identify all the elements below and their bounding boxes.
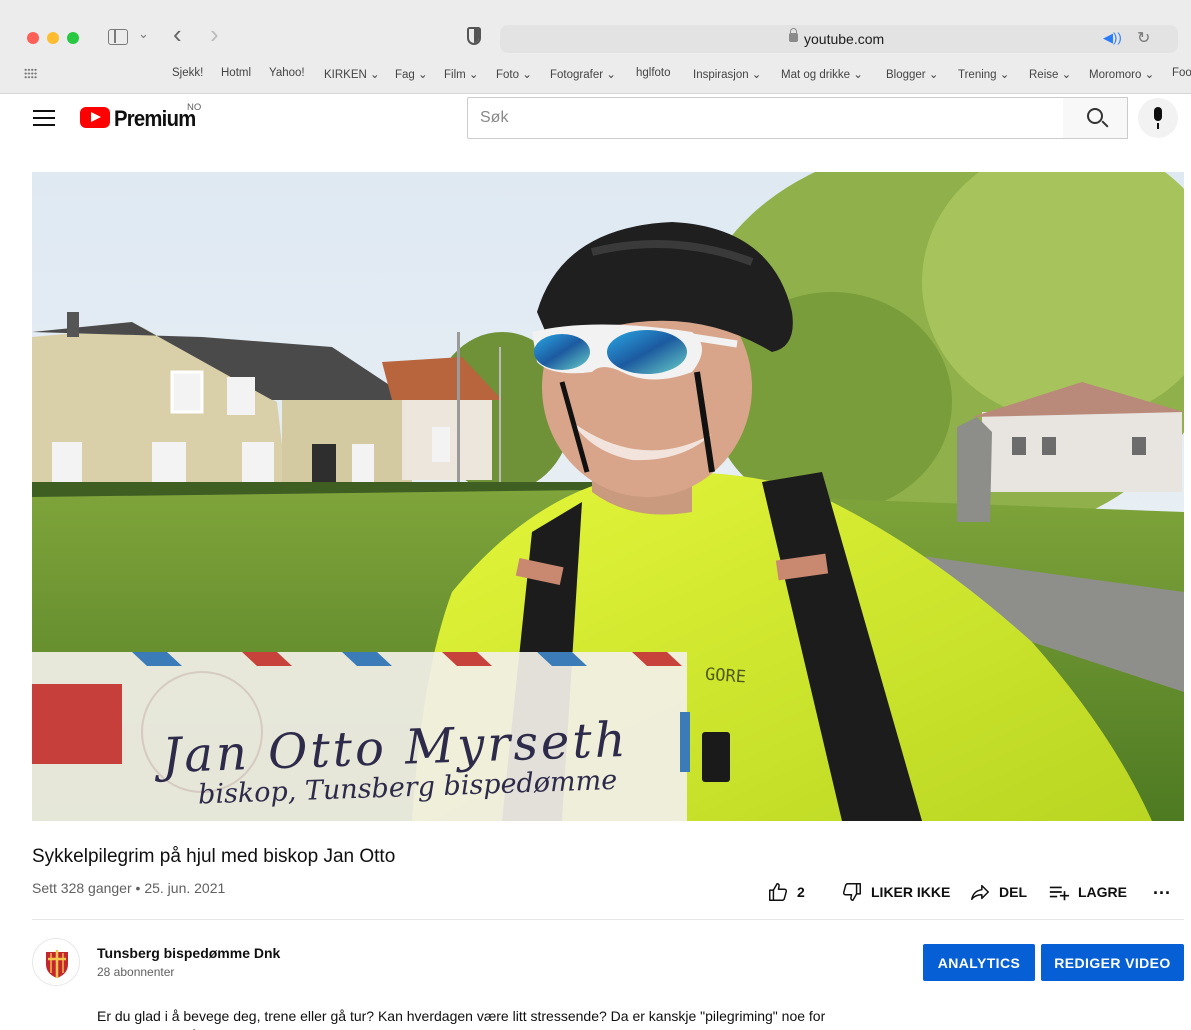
zoom-window-button[interactable]	[67, 32, 79, 44]
country-code: NO	[187, 102, 202, 113]
section-divider	[32, 919, 1184, 920]
menu-icon[interactable]	[33, 110, 55, 127]
browser-titlebar: ⌄ ‹ › youtube.com ◀︎)) ↻	[0, 0, 1191, 60]
brand-label[interactable]: Premium	[114, 106, 196, 132]
bookmark-item[interactable]: Inspirasjon ⌄	[693, 67, 761, 81]
bookmarks-grid-icon[interactable]	[24, 68, 37, 79]
close-window-button[interactable]	[27, 32, 39, 44]
chevron-down-icon[interactable]: ⌄	[138, 26, 149, 42]
search-button[interactable]	[1063, 97, 1128, 139]
bookmark-item[interactable]: Mat og drikke ⌄	[781, 67, 863, 81]
search-box	[467, 97, 1064, 139]
bookmark-item[interactable]: Moromoro ⌄	[1089, 67, 1154, 81]
search-icon	[1087, 108, 1103, 124]
forward-arrow-icon[interactable]: ›	[210, 21, 219, 47]
video-description: Er du glad i å bevege deg, trene eller g…	[97, 1008, 826, 1030]
save-label: LAGRE	[1078, 884, 1127, 900]
edit-video-button[interactable]: REDIGER VIDEO	[1041, 944, 1184, 981]
bookmark-item[interactable]: Foo	[1172, 67, 1191, 79]
lock-icon	[789, 28, 798, 42]
bookmark-item[interactable]: hglfoto	[636, 67, 671, 79]
subscriber-count: 28 abonnenter	[97, 965, 175, 979]
bookmark-item[interactable]: Fotografer ⌄	[550, 67, 616, 81]
browser-chrome: ⌄ ‹ › youtube.com ◀︎)) ↻ Sjekk! Hotml Yaho…	[0, 0, 1191, 94]
share-button[interactable]: DEL	[969, 880, 1027, 904]
name-overlay: Jan Otto Myrseth biskop, Tunsberg bisped…	[161, 712, 629, 811]
bookmark-item[interactable]: Hotml	[221, 67, 251, 79]
voice-search-button[interactable]	[1138, 98, 1178, 138]
search-input[interactable]	[468, 98, 1063, 138]
save-button[interactable]: LAGRE	[1048, 880, 1127, 904]
share-label: DEL	[999, 884, 1027, 900]
back-arrow-icon[interactable]: ‹	[173, 21, 182, 47]
share-icon	[971, 884, 989, 901]
bookmark-item[interactable]: Yahoo!	[269, 67, 305, 79]
microphone-icon	[1154, 107, 1162, 121]
video-meta: Sett 328 ganger • 25. jun. 2021	[32, 880, 226, 896]
reload-icon[interactable]: ↻	[1137, 28, 1150, 48]
jersey-brand: GORE	[704, 664, 747, 688]
analytics-button[interactable]: ANALYTICS	[923, 944, 1035, 981]
thumbs-down-icon	[842, 883, 861, 901]
youtube-logo-icon[interactable]	[80, 107, 110, 128]
minimize-window-button[interactable]	[47, 32, 59, 44]
bookmark-item[interactable]: Sjekk!	[172, 67, 203, 79]
bookmark-item[interactable]: Blogger ⌄	[886, 67, 938, 81]
sidebar-toggle-icon[interactable]	[108, 29, 128, 45]
speaker-icon[interactable]: ◀︎))	[1103, 30, 1122, 46]
like-count: 2	[797, 884, 805, 900]
channel-name[interactable]: Tunsberg bispedømme Dnk	[97, 945, 280, 961]
dislike-button[interactable]: LIKER IKKE	[841, 880, 950, 904]
bookmark-item[interactable]: Trening ⌄	[958, 67, 1009, 81]
video-player[interactable]: Jan Otto Myrseth biskop, Tunsberg bisped…	[32, 172, 1184, 821]
microphone-stand	[1157, 123, 1159, 129]
bookmark-item[interactable]: Foto ⌄	[496, 67, 532, 81]
bookmark-item[interactable]: Film ⌄	[444, 67, 479, 81]
like-button[interactable]: 2	[767, 880, 805, 904]
bookmark-item[interactable]: Fag ⌄	[395, 67, 428, 81]
address-url: youtube.com	[804, 31, 885, 47]
youtube-masthead: Premium NO	[0, 94, 1191, 150]
privacy-shield-icon[interactable]	[467, 27, 481, 45]
bookmark-item[interactable]: Reise ⌄	[1029, 67, 1071, 81]
address-bar[interactable]: youtube.com ◀︎)) ↻	[500, 25, 1178, 53]
bookmarks-bar: Sjekk! Hotml Yahoo! KIRKEN ⌄ Fag ⌄ Film ⌄ Foto…	[0, 62, 1191, 88]
channel-avatar[interactable]	[32, 938, 80, 986]
video-title: Sykkelpilegrim på hjul med biskop Jan Ot…	[32, 846, 396, 867]
bookmark-item[interactable]: KIRKEN ⌄	[324, 67, 380, 81]
dislike-label: LIKER IKKE	[871, 884, 951, 900]
church-emblem-icon	[46, 950, 68, 978]
thumbs-up-icon	[769, 883, 788, 901]
add-to-playlist-icon	[1049, 886, 1070, 901]
more-actions-icon[interactable]: ...	[1153, 876, 1171, 900]
